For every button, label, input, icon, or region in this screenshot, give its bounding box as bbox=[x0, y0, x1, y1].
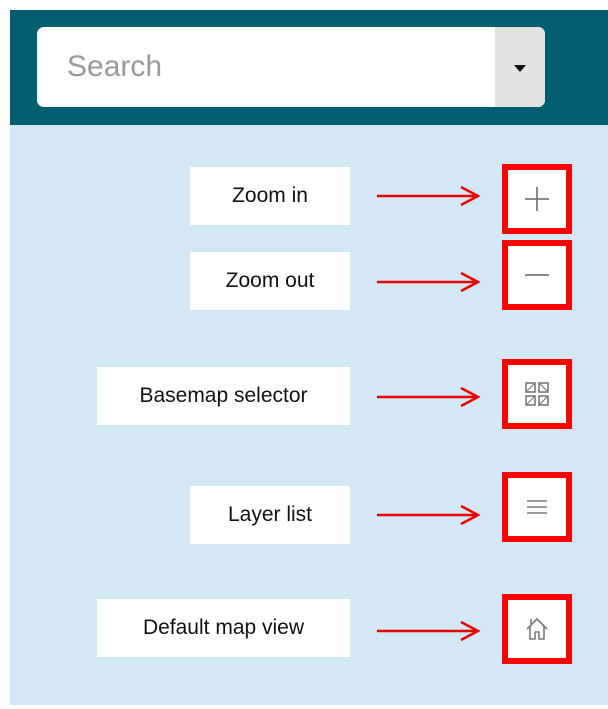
label-layer-list: Layer list bbox=[190, 486, 350, 544]
basemap-selector-button[interactable] bbox=[502, 359, 572, 429]
arrow-to-zoom-in bbox=[377, 185, 481, 207]
home-icon bbox=[526, 618, 548, 640]
arrow-to-basemap-selector bbox=[377, 386, 481, 408]
list-icon bbox=[527, 500, 547, 514]
arrow-to-zoom-out bbox=[377, 271, 481, 293]
label-zoom-out: Zoom out bbox=[190, 252, 350, 310]
search-dropdown-button[interactable] bbox=[495, 27, 545, 107]
arrow-to-default-map-view bbox=[377, 620, 481, 642]
zoom-in-button[interactable] bbox=[502, 164, 572, 234]
plus-icon bbox=[525, 187, 549, 211]
search-input[interactable] bbox=[37, 27, 493, 107]
label-zoom-in: Zoom in bbox=[190, 167, 350, 225]
default-map-view-button[interactable] bbox=[502, 594, 572, 664]
caret-down-icon bbox=[514, 64, 526, 72]
label-basemap-selector: Basemap selector bbox=[97, 367, 350, 425]
minus-icon bbox=[525, 274, 549, 276]
basemap-grid-icon bbox=[525, 382, 549, 406]
label-default-map-view: Default map view bbox=[97, 599, 350, 657]
arrow-to-layer-list bbox=[377, 504, 481, 526]
zoom-out-button[interactable] bbox=[502, 240, 572, 310]
layer-list-button[interactable] bbox=[502, 472, 572, 542]
search-box bbox=[37, 27, 545, 107]
screenshot-frame: Zoom in Zoom out Basemap selector bbox=[0, 0, 608, 709]
